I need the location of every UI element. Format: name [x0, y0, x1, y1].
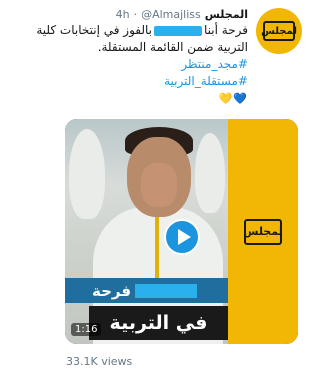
- tweet-text-line1-start: فرحة أبنا: [204, 23, 248, 37]
- tweet-body: فرحة أبنا بالفوز في إنتخابات كلية التربية…: [8, 22, 248, 107]
- yellow-heart-icon: 💛: [218, 92, 234, 105]
- account-name[interactable]: المجلس: [205, 8, 248, 21]
- tweet-text-line1-end: بالفوز في إنتخابات كلية: [36, 23, 153, 37]
- almajliss-logo: لمجلس: [261, 21, 297, 41]
- hashtag-link[interactable]: #مجد_منتظر: [8, 56, 248, 73]
- almajliss-logo: لمجلس: [243, 218, 283, 245]
- blue-heart-icon: 💙: [233, 92, 248, 105]
- avatar[interactable]: لمجلس: [256, 8, 302, 54]
- play-icon[interactable]: [164, 219, 200, 255]
- hashtag-link[interactable]: #مستقلة_التربية: [8, 73, 248, 90]
- tweet-header: المجلس @Almajliss · 4h: [6, 6, 248, 22]
- separator-dot: ·: [133, 7, 138, 21]
- redaction-mark: [154, 25, 203, 36]
- redaction-mark: [135, 283, 198, 298]
- account-handle[interactable]: @Almajliss: [141, 8, 201, 21]
- brand-panel: لمجلس: [228, 119, 298, 344]
- tweet-timestamp[interactable]: 4h: [116, 8, 130, 21]
- background-person: [69, 129, 105, 219]
- emoji-hearts: 💙💛: [8, 90, 248, 107]
- video-player[interactable]: لمجلس فرحة في التربية 1:16: [65, 119, 298, 344]
- video-caption-bottom: في التربية: [89, 306, 228, 340]
- background-person: [195, 133, 225, 213]
- person-hand: [141, 163, 177, 207]
- view-count: 33.1K views: [66, 355, 133, 368]
- caption-top-text: فرحة: [91, 281, 132, 300]
- tweet-text-line2: التربية ضمن القائمة المستقلة.: [97, 40, 248, 54]
- video-caption-top: فرحة: [65, 278, 228, 303]
- video-duration: 1:16: [71, 323, 102, 336]
